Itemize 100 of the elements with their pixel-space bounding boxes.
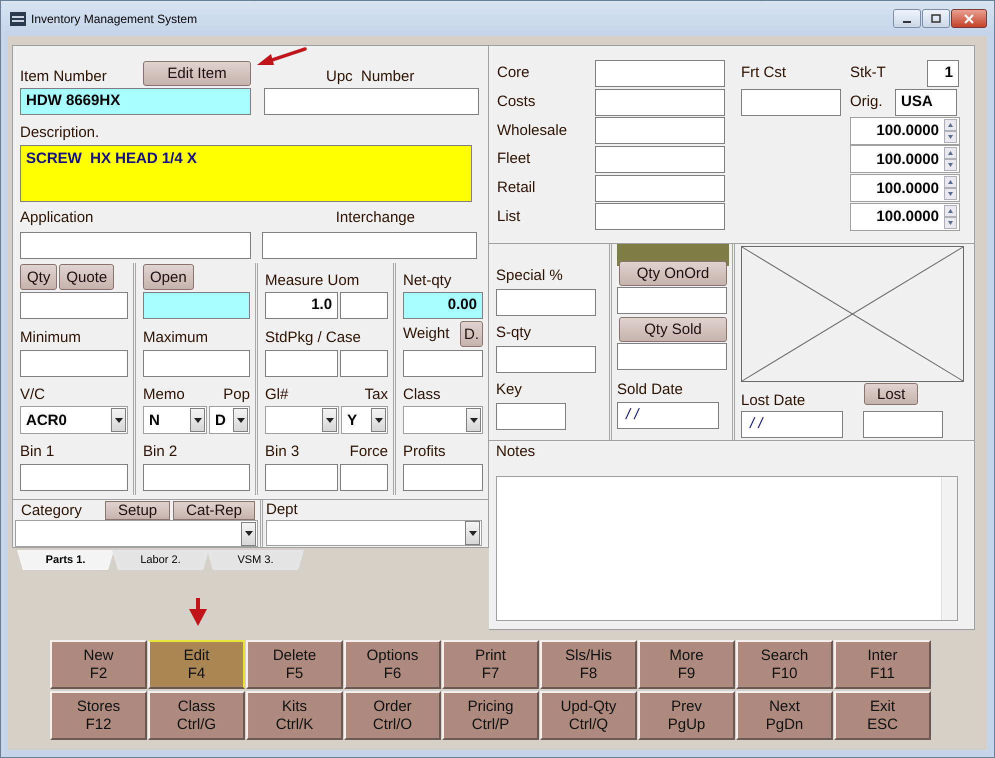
field-label: Lost Date (741, 392, 806, 410)
function-key-button[interactable]: Order Ctrl/O (344, 691, 441, 740)
function-key-button[interactable]: Edit F4 (148, 640, 245, 689)
input-field[interactable] (595, 174, 725, 202)
function-key-button[interactable]: Kits Ctrl/K (246, 691, 343, 740)
function-key-button[interactable]: Print F7 (442, 640, 539, 689)
form-button[interactable]: Open (143, 264, 194, 290)
field-label: Tax (364, 386, 388, 404)
input-field[interactable] (340, 292, 388, 320)
form-button[interactable]: D. (460, 321, 483, 348)
input-field[interactable] (265, 464, 338, 491)
function-key-button[interactable]: Next PgDn (736, 691, 833, 740)
function-key-button[interactable]: Pricing Ctrl/P (442, 691, 539, 740)
minimize-icon (903, 20, 911, 22)
maximize-button[interactable] (922, 9, 950, 28)
input-field[interactable] (863, 411, 943, 438)
minimize-button[interactable] (893, 9, 921, 28)
tab[interactable]: VSM 3. (207, 550, 304, 570)
input-field[interactable] (496, 403, 566, 430)
lost-button[interactable]: Lost (864, 383, 918, 405)
function-key-button[interactable]: Inter F11 (834, 640, 931, 689)
application-field[interactable] (20, 232, 251, 259)
input-field[interactable] (340, 464, 388, 491)
input-field[interactable]: 1.0 (265, 292, 338, 320)
function-key-button[interactable]: Search F10 (736, 640, 833, 689)
input-field[interactable] (496, 289, 596, 316)
field-label: Wholesale (497, 122, 568, 140)
input-field[interactable] (143, 350, 250, 377)
tab[interactable]: Parts 1. (17, 550, 114, 570)
scrollbar[interactable] (941, 477, 957, 620)
origin-field[interactable]: USA (895, 88, 957, 116)
cat-rep-button[interactable]: Cat-Rep (173, 501, 255, 520)
description-field[interactable]: SCREW HX HEAD 1/4 X (20, 145, 472, 202)
function-key-button[interactable]: Prev PgUp (638, 691, 735, 740)
upc-field[interactable] (264, 88, 479, 115)
spin-field[interactable]: 100.0000 (850, 116, 960, 145)
caret-icon (326, 418, 334, 423)
setup-button[interactable]: Setup (104, 501, 170, 520)
lost-date-field[interactable]: / / (741, 411, 843, 438)
input-field[interactable] (143, 292, 250, 320)
close-button[interactable] (951, 9, 987, 28)
dept-dropdown[interactable] (266, 520, 482, 546)
dropdown[interactable] (265, 406, 340, 434)
function-key-button[interactable]: Delete F5 (246, 640, 343, 689)
input-field[interactable]: 0.00 (403, 292, 483, 320)
input-field[interactable] (496, 346, 596, 373)
input-field[interactable] (20, 292, 128, 320)
function-key-button[interactable]: Sls/His F8 (540, 640, 637, 689)
qty-on-order-button[interactable]: Qty OnOrd (619, 261, 727, 286)
form-button[interactable]: Qty (20, 264, 58, 290)
dropdown[interactable]: N (143, 406, 208, 434)
form-button[interactable]: Quote (59, 264, 114, 290)
qty-sold-button[interactable]: Qty Sold (619, 317, 727, 342)
field-label: Description. (20, 124, 100, 142)
dropdown[interactable]: ACR0 (20, 406, 128, 434)
input-field[interactable] (595, 88, 725, 116)
function-key-button[interactable]: New F2 (50, 640, 147, 689)
input-field[interactable] (340, 350, 388, 377)
freight-cost-field[interactable] (741, 88, 841, 116)
function-key-button[interactable]: Exit ESC (834, 691, 931, 740)
field-label: Application (20, 209, 94, 227)
edit-item-button[interactable]: Edit Item (143, 61, 251, 86)
function-key-button[interactable]: Upd-Qty Ctrl/Q (540, 691, 637, 740)
field-label: Measure Uom (265, 272, 360, 290)
window-title: Inventory Management System (31, 12, 198, 26)
interchange-field[interactable] (262, 232, 477, 259)
tab[interactable]: Labor 2. (112, 550, 209, 570)
field-label: Class (403, 386, 441, 404)
function-key-button[interactable]: Stores F12 (50, 691, 147, 740)
dropdown[interactable]: D (209, 406, 250, 434)
input-field[interactable] (595, 117, 725, 144)
item-number-field[interactable]: HDW 8669HX (20, 88, 251, 115)
input-field[interactable] (617, 343, 727, 370)
input-field[interactable] (595, 60, 725, 87)
input-field[interactable] (403, 350, 483, 377)
field-label: Frt Cst (741, 64, 786, 82)
input-field[interactable] (617, 287, 727, 314)
dropdown[interactable]: Y (341, 406, 388, 434)
input-field[interactable] (595, 203, 725, 230)
notes-field[interactable] (496, 476, 958, 621)
input-field[interactable] (265, 350, 338, 377)
input-field[interactable] (403, 464, 483, 491)
function-key-button[interactable]: Class Ctrl/G (148, 691, 245, 740)
function-key-button[interactable]: More F9 (638, 640, 735, 689)
caret-icon (114, 418, 122, 423)
dropdown[interactable] (403, 406, 483, 434)
input-field[interactable] (595, 146, 725, 173)
input-field[interactable] (20, 350, 128, 377)
spin-field[interactable]: 100.0000 (850, 145, 960, 174)
field-label: List (497, 208, 522, 226)
input-field[interactable] (143, 464, 250, 491)
spin-field[interactable]: 100.0000 (850, 174, 960, 202)
input-field[interactable] (20, 464, 128, 491)
sold-date-field[interactable]: / / (617, 402, 719, 429)
pointer-arrow-icon (188, 597, 208, 627)
spin-field[interactable]: 100.0000 (850, 202, 960, 231)
caret-icon (470, 418, 478, 423)
function-key-button[interactable]: Options F6 (344, 640, 441, 689)
stock-type-field[interactable]: 1 (927, 60, 959, 87)
category-dropdown[interactable] (15, 520, 258, 547)
